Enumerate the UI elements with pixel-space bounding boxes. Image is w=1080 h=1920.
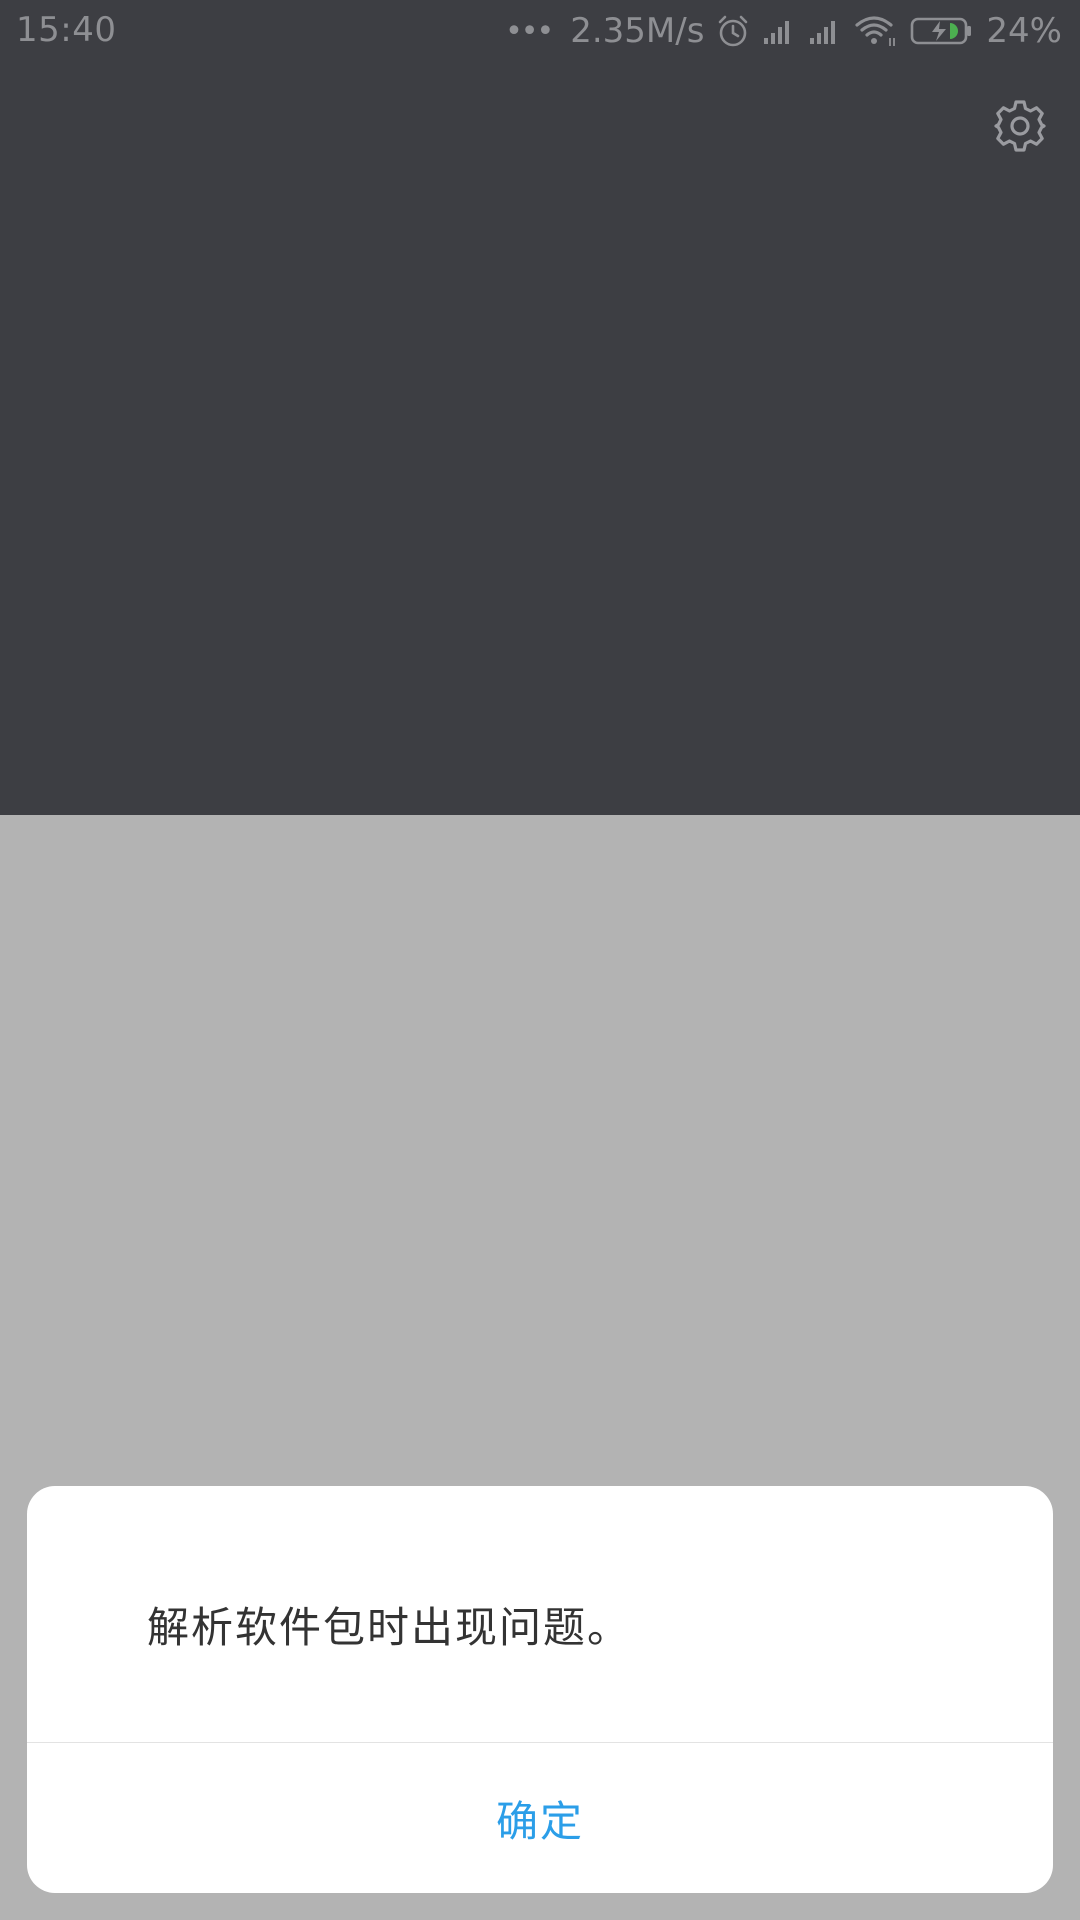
- more-notifications-indicator: •••: [505, 13, 554, 49]
- app-background: [0, 0, 1080, 815]
- signal-icon: [808, 16, 842, 46]
- status-icons: ••• 2.35M/s 24%: [505, 8, 1062, 54]
- dialog-message: 解析软件包时出现问题。: [147, 1603, 632, 1652]
- battery-percent: 24%: [986, 11, 1062, 51]
- screen: 15:40 ••• 2.35M/s 24% 解析软件包时出现问题。 确定: [0, 0, 1080, 1920]
- status-bar: 15:40 ••• 2.35M/s 24%: [0, 0, 1080, 62]
- network-speed: 2.35M/s: [570, 11, 705, 51]
- signal-icon: [762, 16, 796, 46]
- wifi-icon: [854, 14, 898, 48]
- battery-charging-icon: [910, 16, 974, 46]
- settings-button[interactable]: [988, 96, 1052, 160]
- alarm-icon: [716, 14, 750, 48]
- error-dialog: 解析软件包时出现问题。 确定: [27, 1486, 1053, 1893]
- confirm-button[interactable]: 确定: [27, 1743, 1053, 1893]
- status-time: 15:40: [16, 10, 117, 50]
- gear-icon: [992, 98, 1048, 158]
